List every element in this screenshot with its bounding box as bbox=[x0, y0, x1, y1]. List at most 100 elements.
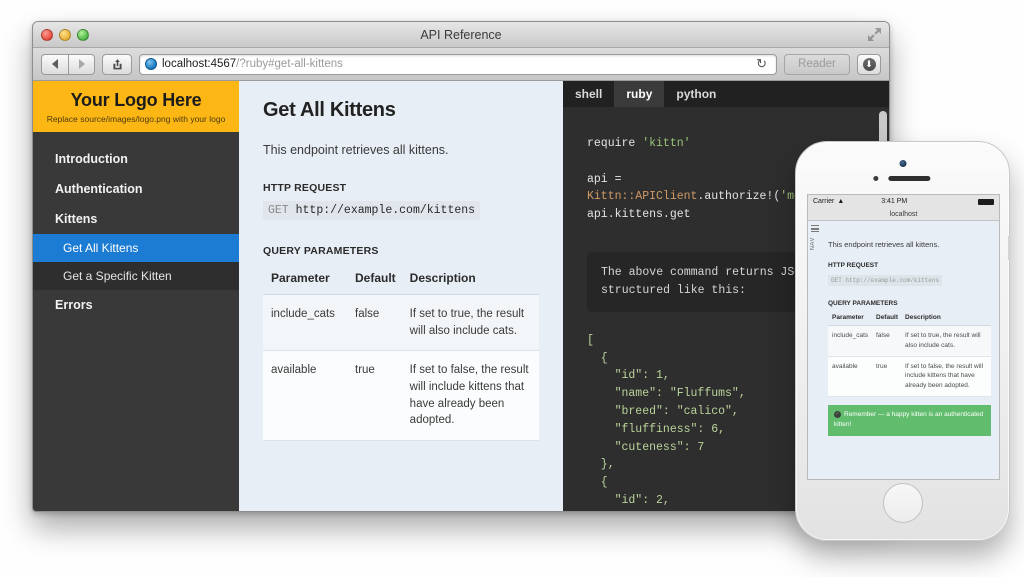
url-path: /?ruby#get-all-kittens bbox=[236, 58, 343, 70]
check-circle-icon: ✓ bbox=[834, 411, 841, 418]
wifi-icon: ▲ bbox=[837, 198, 844, 205]
cell-default: true bbox=[872, 356, 901, 396]
share-button[interactable] bbox=[102, 54, 132, 75]
iphone-intro-text: This endpoint retrieves all kittens. bbox=[828, 240, 991, 249]
carrier-label: Carrier bbox=[813, 198, 834, 205]
reader-button[interactable]: Reader bbox=[784, 54, 850, 75]
window-titlebar: API Reference bbox=[33, 22, 889, 48]
iphone-http-request-code: GET http://example.com/kittens bbox=[828, 275, 942, 286]
nav-label[interactable]: NAV bbox=[810, 237, 816, 250]
docs-sidebar: Your Logo Here Replace source/images/log… bbox=[33, 81, 239, 511]
table-header-row: Parameter Default Description bbox=[828, 313, 991, 326]
iphone-query-parameters-heading: QUERY PARAMETERS bbox=[828, 300, 991, 307]
alert-text: Remember — a happy kitten is an authenti… bbox=[834, 411, 983, 428]
front-camera-icon bbox=[899, 160, 906, 167]
window-traffic-lights bbox=[41, 29, 89, 41]
table-row: include_cats false If set to true, the r… bbox=[263, 295, 539, 351]
page-viewport: Your Logo Here Replace source/images/log… bbox=[33, 81, 889, 511]
globe-favicon bbox=[145, 58, 157, 70]
cell-default: true bbox=[347, 351, 402, 441]
table-row: available true If set to false, the resu… bbox=[263, 351, 539, 441]
query-parameters-heading: QUERY PARAMETERS bbox=[263, 245, 539, 257]
status-badge: ✓Remember — a happy kitten is an authent… bbox=[828, 405, 991, 436]
forward-button[interactable] bbox=[68, 54, 95, 75]
iphone-http-request-heading: HTTP REQUEST bbox=[828, 262, 991, 269]
iphone-query-parameters-table: Parameter Default Description include_ca… bbox=[828, 313, 991, 397]
sidebar-item-errors[interactable]: Errors bbox=[33, 290, 239, 320]
earpiece-speaker-icon bbox=[888, 176, 930, 181]
iphone-mockup: Carrier ▲ 3:41 PM localhost NAV This end… bbox=[795, 141, 1010, 541]
column-header-description: Description bbox=[901, 313, 991, 326]
tab-ruby[interactable]: ruby bbox=[614, 81, 664, 107]
cell-default: false bbox=[872, 326, 901, 357]
query-parameters-table: Parameter Default Description include_ca… bbox=[263, 269, 539, 441]
docs-content: Get All Kittens This endpoint retrieves … bbox=[239, 81, 563, 511]
ruby-method-call: .authorize!( bbox=[697, 190, 780, 203]
logo-subtitle: Replace source/images/logo.png with your… bbox=[39, 114, 233, 124]
forward-arrow-icon bbox=[79, 59, 85, 69]
reload-icon[interactable]: ↻ bbox=[752, 56, 771, 72]
cell-description: If set to true, the result will also inc… bbox=[901, 326, 991, 357]
ruby-require-keyword: require bbox=[587, 137, 642, 150]
battery-icon bbox=[978, 199, 994, 205]
sidebar-item-introduction[interactable]: Introduction bbox=[33, 144, 239, 174]
http-request-code: GET http://example.com/kittens bbox=[263, 201, 480, 220]
sidebar-nav: Introduction Authentication Kittens Get … bbox=[33, 132, 239, 320]
column-header-default: Default bbox=[872, 313, 901, 326]
zoom-window-button[interactable] bbox=[77, 29, 89, 41]
table-row: include_cats false If set to true, the r… bbox=[828, 326, 991, 357]
status-time: 3:41 PM bbox=[881, 198, 907, 205]
cell-description: If set to false, the result will include… bbox=[901, 356, 991, 396]
ruby-require-arg: 'kittn' bbox=[642, 137, 690, 150]
sidebar-item-get-a-specific-kitten[interactable]: Get a Specific Kitten bbox=[33, 262, 239, 290]
power-button[interactable] bbox=[1008, 236, 1011, 260]
minimize-window-button[interactable] bbox=[59, 29, 71, 41]
back-button[interactable] bbox=[41, 54, 68, 75]
iphone-url-label: localhost bbox=[808, 208, 999, 221]
proximity-sensor-icon bbox=[873, 176, 878, 181]
browser-toolbar: localhost:4567/?ruby#get-all-kittens ↻ R… bbox=[33, 48, 889, 81]
table-row: available true If set to false, the resu… bbox=[828, 356, 991, 396]
cell-parameter: available bbox=[828, 356, 872, 396]
close-window-button[interactable] bbox=[41, 29, 53, 41]
cell-parameter: include_cats bbox=[263, 295, 347, 351]
column-header-default: Default bbox=[347, 269, 402, 295]
sidebar-item-get-all-kittens[interactable]: Get All Kittens bbox=[33, 234, 239, 262]
window-title: API Reference bbox=[33, 22, 889, 48]
address-bar[interactable]: localhost:4567/?ruby#get-all-kittens ↻ bbox=[139, 54, 777, 75]
intro-text: This endpoint retrieves all kittens. bbox=[263, 143, 539, 157]
logo-block: Your Logo Here Replace source/images/log… bbox=[33, 81, 239, 132]
cell-description: If set to true, the result will also inc… bbox=[402, 295, 539, 351]
fullscreen-icon[interactable] bbox=[867, 27, 882, 42]
home-button-icon[interactable] bbox=[883, 483, 923, 523]
sidebar-item-kittens[interactable]: Kittens bbox=[33, 204, 239, 234]
cell-parameter: include_cats bbox=[828, 326, 872, 357]
http-path: http://example.com/kittens bbox=[296, 204, 475, 217]
iphone-page-body: NAV This endpoint retrieves all kittens.… bbox=[808, 221, 999, 436]
screenshot-stage: API Reference bbox=[0, 0, 1024, 577]
share-icon bbox=[111, 58, 124, 71]
downloads-icon: ⬇ bbox=[863, 58, 876, 71]
column-header-parameter: Parameter bbox=[263, 269, 347, 295]
http-request-heading: HTTP REQUEST bbox=[263, 182, 539, 194]
column-header-parameter: Parameter bbox=[828, 313, 872, 326]
cell-parameter: available bbox=[263, 351, 347, 441]
ruby-get-call: api.kittens.get bbox=[587, 208, 691, 221]
http-verb: GET bbox=[268, 204, 289, 217]
ruby-class-name: Kittn::APIClient bbox=[587, 190, 697, 203]
logo-title: Your Logo Here bbox=[39, 90, 233, 111]
column-header-description: Description bbox=[402, 269, 539, 295]
downloads-button[interactable]: ⬇ bbox=[857, 54, 881, 75]
hamburger-icon[interactable] bbox=[811, 225, 819, 232]
cell-description: If set to false, the result will include… bbox=[402, 351, 539, 441]
sensor-speaker-group bbox=[873, 176, 930, 181]
table-header-row: Parameter Default Description bbox=[263, 269, 539, 295]
iphone-status-bar: Carrier ▲ 3:41 PM bbox=[808, 195, 999, 208]
tab-shell[interactable]: shell bbox=[563, 81, 614, 107]
sidebar-item-authentication[interactable]: Authentication bbox=[33, 174, 239, 204]
back-arrow-icon bbox=[52, 59, 58, 69]
browser-window: API Reference bbox=[32, 21, 890, 512]
navigation-buttons bbox=[41, 54, 95, 75]
cell-default: false bbox=[347, 295, 402, 351]
tab-python[interactable]: python bbox=[664, 81, 728, 107]
